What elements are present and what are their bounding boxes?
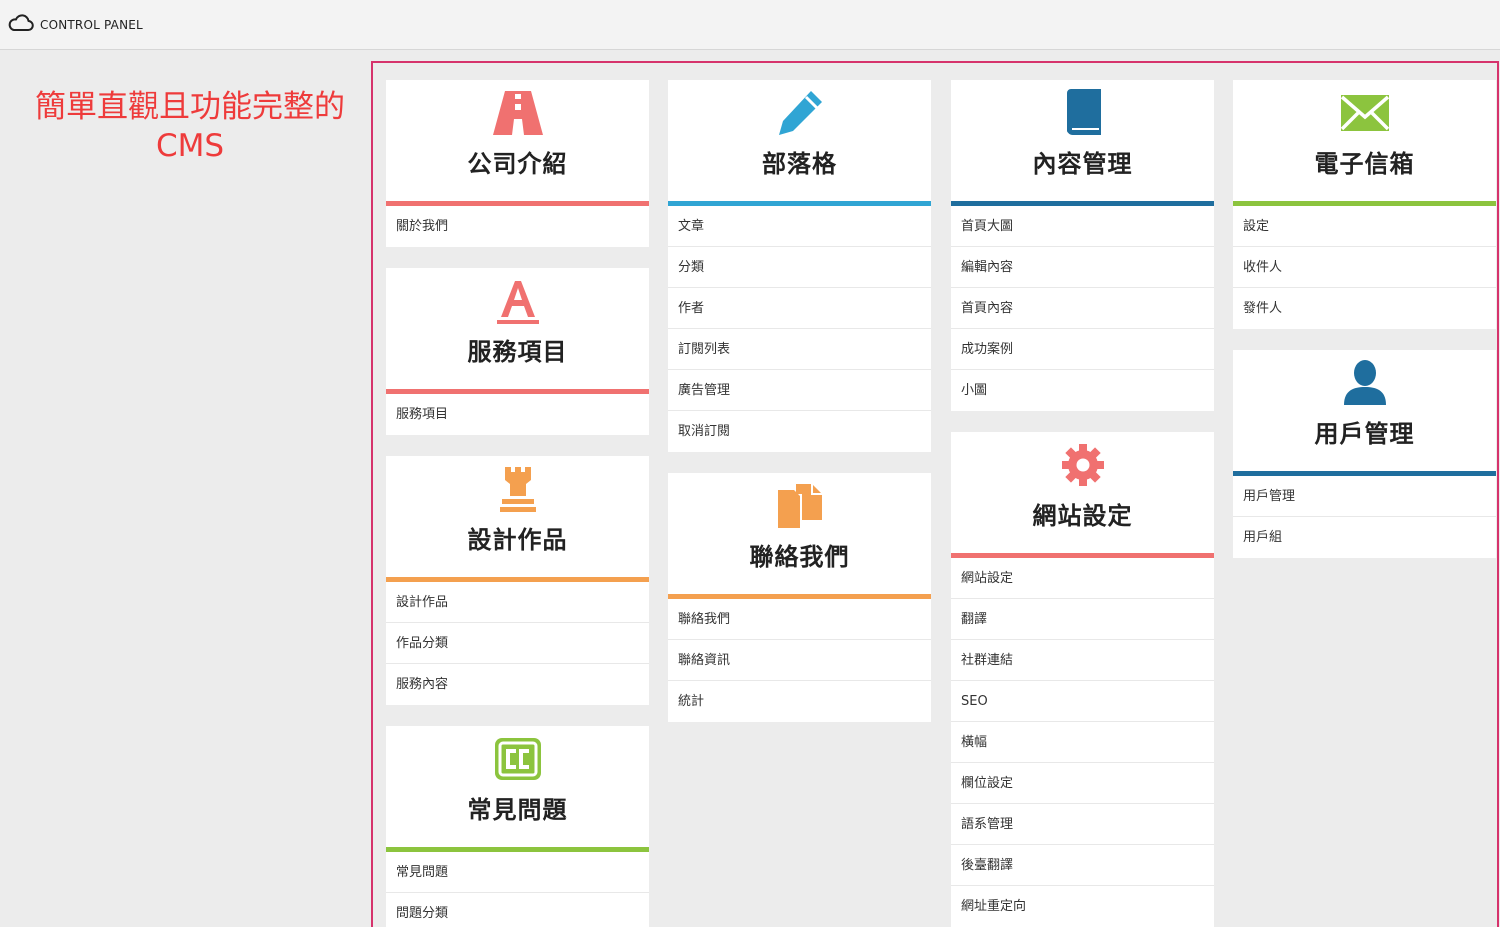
road-icon (386, 89, 649, 137)
module-menu: 網站設定 翻譯 社群連結 SEO 橫幅 欄位設定 語系管理 後臺翻譯 網址重定向 (951, 558, 1214, 927)
module-menu-item[interactable]: 設計作品 (386, 582, 649, 623)
module-menu-item[interactable]: 小圖 (951, 370, 1214, 411)
module-menu-item[interactable]: 關於我們 (386, 206, 649, 247)
module-menu: 常見問題 問題分類 (386, 852, 649, 927)
user-icon (1233, 359, 1496, 407)
module-card-header[interactable]: 公司介紹 (386, 80, 649, 206)
pencil-icon (668, 89, 931, 137)
module-menu-item[interactable]: 設定 (1233, 206, 1496, 247)
module-title: 電子信箱 (1314, 150, 1415, 178)
brand-link[interactable]: CONTROL PANEL (8, 13, 143, 36)
tagline: 簡單直觀且功能完整的 CMS (10, 88, 370, 166)
top-bar: CONTROL PANEL (0, 0, 1500, 50)
module-menu-item[interactable]: 取消訂閱 (668, 411, 931, 452)
module-menu-item[interactable]: 網址重定向 (951, 886, 1214, 927)
module-menu-item[interactable]: 編輯內容 (951, 247, 1214, 288)
font-a-icon (386, 277, 649, 325)
module-title: 聯絡我們 (749, 543, 850, 571)
module-title: 公司介紹 (467, 150, 568, 178)
module-menu-item[interactable]: 訂閱列表 (668, 329, 931, 370)
book-icon (951, 89, 1214, 137)
module-menu-item[interactable]: 問題分類 (386, 893, 649, 927)
module-card: 服務項目 服務項目 (386, 268, 649, 435)
module-title: 網站設定 (1032, 502, 1133, 530)
module-menu-item[interactable]: 橫幅 (951, 722, 1214, 763)
module-title: 服務項目 (467, 338, 568, 366)
module-menu-item[interactable]: 網站設定 (951, 558, 1214, 599)
module-card: 聯絡我們 聯絡我們 聯絡資訊 統計 (668, 473, 931, 722)
module-menu: 首頁大圖 編輯內容 首頁內容 成功案例 小圖 (951, 206, 1214, 411)
module-menu-item[interactable]: 統計 (668, 681, 931, 722)
brand-text: CONTROL PANEL (40, 17, 143, 32)
cloud-icon (8, 13, 34, 36)
module-card: 公司介紹 關於我們 (386, 80, 649, 247)
module-menu-item[interactable]: 服務內容 (386, 664, 649, 705)
module-menu-item[interactable]: 社群連結 (951, 640, 1214, 681)
rook-icon (386, 465, 649, 513)
module-card-header[interactable]: 聯絡我們 (668, 473, 931, 599)
tagline-line1: 簡單直觀且功能完整的 (35, 89, 345, 125)
module-card-header[interactable]: 服務項目 (386, 268, 649, 394)
module-card-header[interactable]: 部落格 (668, 80, 931, 206)
module-menu-item[interactable]: 分類 (668, 247, 931, 288)
module-menu-item[interactable]: 首頁大圖 (951, 206, 1214, 247)
module-column: 電子信箱 設定 收件人 發件人 用戶管理 用戶管理 用戶組 (1233, 80, 1496, 579)
module-title: 用戶管理 (1314, 420, 1415, 448)
module-card: 內容管理首頁大圖 編輯內容 首頁內容 成功案例 小圖 (951, 80, 1214, 411)
module-menu-item[interactable]: 作者 (668, 288, 931, 329)
module-menu-item[interactable]: 用戶管理 (1233, 476, 1496, 517)
module-card-header[interactable]: 網站設定 (951, 432, 1214, 558)
module-menu-item[interactable]: 文章 (668, 206, 931, 247)
module-card-header[interactable]: 電子信箱 (1233, 80, 1496, 206)
module-menu: 文章 分類 作者 訂閱列表 廣告管理 取消訂閱 (668, 206, 931, 452)
module-menu-item[interactable]: 收件人 (1233, 247, 1496, 288)
module-card-header[interactable]: 內容管理 (951, 80, 1214, 206)
envelope-icon (1233, 89, 1496, 137)
module-menu-item[interactable]: 成功案例 (951, 329, 1214, 370)
module-menu: 設定 收件人 發件人 (1233, 206, 1496, 329)
module-card: 常見問題 常見問題 問題分類 (386, 726, 649, 927)
tagline-line2: CMS (155, 128, 225, 164)
module-menu-item[interactable]: 語系管理 (951, 804, 1214, 845)
module-menu-item[interactable]: 後臺翻譯 (951, 845, 1214, 886)
module-title: 部落格 (762, 150, 837, 178)
module-menu-item[interactable]: 服務項目 (386, 394, 649, 435)
module-menu: 關於我們 (386, 206, 649, 247)
module-card-header[interactable]: 用戶管理 (1233, 350, 1496, 476)
module-card: 電子信箱設定 收件人 發件人 (1233, 80, 1496, 329)
module-menu-item[interactable]: 用戶組 (1233, 517, 1496, 558)
module-menu-item[interactable]: 廣告管理 (668, 370, 931, 411)
files-icon (668, 482, 931, 530)
module-card-header[interactable]: 常見問題 (386, 726, 649, 852)
module-menu: 聯絡我們 聯絡資訊 統計 (668, 599, 931, 722)
module-menu-item[interactable]: 常見問題 (386, 852, 649, 893)
module-menu-item[interactable]: 聯絡我們 (668, 599, 931, 640)
cc-icon (386, 735, 649, 783)
module-menu: 用戶管理 用戶組 (1233, 476, 1496, 558)
module-card: 設計作品 設計作品 作品分類 服務內容 (386, 456, 649, 705)
module-menu-item[interactable]: 聯絡資訊 (668, 640, 931, 681)
module-column: 公司介紹 關於我們 服務項目 服務項目 設計作品 設計作品 作品分類 服務內容 常見問題 常見問題… (386, 80, 649, 927)
module-menu-item[interactable]: 翻譯 (951, 599, 1214, 640)
module-menu-item[interactable]: 發件人 (1233, 288, 1496, 329)
module-title: 設計作品 (467, 526, 568, 554)
module-card-header[interactable]: 設計作品 (386, 456, 649, 582)
module-column: 部落格 文章 分類 作者 訂閱列表 廣告管理 取消訂閱 聯絡我們 聯絡我們 聯絡資訊 統計 (668, 80, 931, 743)
module-card: 用戶管理 用戶管理 用戶組 (1233, 350, 1496, 558)
gear-icon (951, 441, 1214, 489)
module-title: 常見問題 (467, 796, 568, 824)
module-menu: 設計作品 作品分類 服務內容 (386, 582, 649, 705)
module-title: 內容管理 (1032, 150, 1133, 178)
module-column: 內容管理 首頁大圖 編輯內容 首頁內容 成功案例 小圖 網站設定 網站設定 翻譯 社群連結 SEO 橫… (951, 80, 1214, 927)
module-menu: 服務項目 (386, 394, 649, 435)
module-menu-item[interactable]: SEO (951, 681, 1214, 722)
module-card: 網站設定 網站設定 翻譯 社群連結 SEO 橫幅 欄位設定 語系管理 後臺翻譯 網址重定向 (951, 432, 1214, 927)
module-card: 部落格文章 分類 作者 訂閱列表 廣告管理 取消訂閱 (668, 80, 931, 452)
module-menu-item[interactable]: 首頁內容 (951, 288, 1214, 329)
module-menu-item[interactable]: 作品分類 (386, 623, 649, 664)
module-menu-item[interactable]: 欄位設定 (951, 763, 1214, 804)
